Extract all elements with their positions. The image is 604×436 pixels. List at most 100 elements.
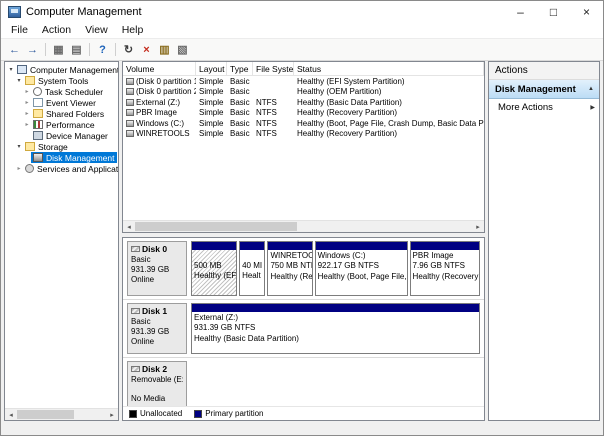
chevron-collapsed-icon[interactable]: ▸ <box>15 165 23 172</box>
maximize-button[interactable]: □ <box>537 1 570 22</box>
column-header-status[interactable]: Status <box>294 62 484 76</box>
cell-volume: External (Z:) <box>123 98 196 107</box>
partition-pbr-image[interactable]: PBR Image 7.96 GB NTFS Healthy (Recovery <box>409 241 480 296</box>
menu-help[interactable]: Help <box>115 23 151 37</box>
tree-item-shared-folders[interactable]: ▸ Shared Folders <box>5 108 118 119</box>
more-actions-item[interactable]: More Actions ▶ <box>489 99 599 116</box>
scroll-thumb[interactable] <box>135 222 298 231</box>
chevron-expanded-icon[interactable]: ▾ <box>7 66 15 73</box>
cell-layout: Simple <box>199 129 224 139</box>
legend-swatch <box>129 409 137 418</box>
chevron-collapsed-icon[interactable]: ▸ <box>23 99 31 106</box>
tree-item-performance[interactable]: ▸ Performance <box>5 119 118 130</box>
partition-external-z[interactable]: External (Z:) 931.39 GB NTFS Healthy (Basi… <box>191 303 480 354</box>
menu-action[interactable]: Action <box>35 23 78 37</box>
disk-header-disk-0[interactable]: Disk 0 Basic 931.39 GB Online <box>127 241 187 296</box>
tree-item-services-and-applications[interactable]: ▸ Services and Applications <box>5 163 118 174</box>
cell-file_system: NTFS <box>256 97 277 107</box>
forward-icon[interactable]: → <box>24 41 41 58</box>
tree-item-content: Event Viewer <box>31 97 98 108</box>
scroll-right-icon[interactable]: ▸ <box>106 409 118 420</box>
console-tree-icon[interactable]: ▦ <box>50 41 67 58</box>
partition-40-mi[interactable]: 40 MI Healt <box>239 241 266 296</box>
disk-graphical-pane: Disk 0 Basic 931.39 GB Online 500 MB Healthy … <box>122 237 485 421</box>
volume-row-winretools[interactable]: WINRETOOLS Simple Basic NTFS Healthy (Recove… <box>123 129 484 140</box>
volume-row-external-z[interactable]: External (Z:) Simple Basic NTFS Healthy (Bas… <box>123 97 484 108</box>
cell-status: Healthy (EFI System Partition) <box>297 76 405 86</box>
partition-label: External (Z:) 931.39 GB NTFS Healthy (Basi… <box>192 312 479 353</box>
volume-row-windows-c[interactable]: Windows (C:) Simple Basic NTFS Healthy (Boot… <box>123 118 484 129</box>
menu-view[interactable]: View <box>78 23 115 37</box>
legend-swatch <box>194 409 203 418</box>
partition-500-mb[interactable]: 500 MB Healthy (EF <box>191 241 238 296</box>
disk-header-disk-2[interactable]: Disk 2 Removable (E:) No Media <box>127 361 187 406</box>
volume-horizontal-scrollbar[interactable]: ◂ ▸ <box>123 220 484 232</box>
disk-header-disk-1[interactable]: Disk 1 Basic 931.39 GB Online <box>127 303 187 354</box>
toolbar: ← → ▦ ▤? ↻ × ▥ ▧ <box>1 39 603 61</box>
partition-label: WINRETOO 750 MB NTF Healthy (Re <box>268 250 312 295</box>
partition-windows-c[interactable]: Windows (C:) 922.17 GB NTFS Healthy (Boot,… <box>314 241 408 296</box>
help-icon[interactable]: ? <box>94 41 111 58</box>
cell-layout: Simple <box>199 76 224 86</box>
cell-status: Healthy (Recovery Partition) <box>297 108 398 118</box>
tree-item-label: Task Scheduler <box>45 86 104 97</box>
back-icon[interactable]: ← <box>6 41 23 58</box>
services-icon <box>25 164 34 173</box>
export-list-icon[interactable]: ▤ <box>68 41 85 58</box>
volume-row-disk-0-partition-2[interactable]: (Disk 0 partition 2) Simple Basic Healthy (… <box>123 87 484 98</box>
delete-volume-icon[interactable]: × <box>138 41 155 58</box>
tree-item-event-viewer[interactable]: ▸ Event Viewer <box>5 97 118 108</box>
tree-item-task-scheduler[interactable]: ▸ Task Scheduler <box>5 86 118 97</box>
disk-header-line: No Media <box>131 393 166 403</box>
tree-item-device-manager[interactable]: Device Manager <box>5 130 118 141</box>
disk-icon <box>131 308 140 315</box>
actions-group-disk-management[interactable]: Disk Management ▲ <box>489 80 599 99</box>
scroll-right-icon[interactable]: ▸ <box>472 221 484 232</box>
disk-header-line: 931.39 GB <box>131 264 170 274</box>
tree-item-storage[interactable]: ▾ Storage <box>5 141 118 152</box>
chevron-expanded-icon[interactable]: ▾ <box>15 77 23 84</box>
tree: ▾ Computer Management (Local ▾ System Tools… <box>5 62 118 408</box>
properties-icon[interactable]: ▧ <box>174 41 191 58</box>
tree-horizontal-scrollbar[interactable]: ◂ ▸ <box>5 408 118 420</box>
column-header-layout[interactable]: Layout <box>196 62 227 76</box>
close-button[interactable]: × <box>570 1 603 22</box>
disk-icon <box>131 366 140 373</box>
volume-row-pbr-image[interactable]: PBR Image Simple Basic NTFS Healthy (Recover… <box>123 108 484 119</box>
volume-icon <box>126 98 134 106</box>
window-controls: – □ × <box>504 1 603 22</box>
tree-item-content: Device Manager <box>31 130 110 141</box>
column-header-type[interactable]: Type <box>227 62 253 76</box>
tree-item-computer-management-local[interactable]: ▾ Computer Management (Local <box>5 64 118 75</box>
open-icon[interactable]: ▥ <box>156 41 173 58</box>
cell-layout: Simple <box>199 118 224 128</box>
tree-item-system-tools[interactable]: ▾ System Tools <box>5 75 118 86</box>
disk-header-line: Basic <box>131 254 151 264</box>
collapse-icon[interactable]: ▲ <box>588 86 594 92</box>
column-header-file-system[interactable]: File System <box>253 62 294 76</box>
scroll-thumb[interactable] <box>17 410 74 419</box>
column-header-volume[interactable]: Volume <box>123 62 196 76</box>
tree-item-disk-management[interactable]: Disk Management <box>5 152 118 163</box>
cell-file_system: NTFS <box>256 108 277 118</box>
clock-icon <box>33 87 42 96</box>
refresh-icon[interactable]: ↻ <box>120 41 137 58</box>
tree-item-label: Storage <box>38 141 68 152</box>
tree-item-content: Storage <box>23 141 70 152</box>
scroll-left-icon[interactable]: ◂ <box>123 221 135 232</box>
volume-icon <box>126 77 134 85</box>
chevron-expanded-icon[interactable]: ▾ <box>15 143 23 150</box>
cell-volume: (Disk 0 partition 2) <box>123 87 196 96</box>
partition-winretoo[interactable]: WINRETOO 750 MB NTF Healthy (Re <box>267 241 313 296</box>
scroll-left-icon[interactable]: ◂ <box>5 409 17 420</box>
partition-label: Windows (C:) 922.17 GB NTFS Healthy (Boot,… <box>315 250 407 295</box>
app-icon <box>8 5 21 18</box>
chevron-collapsed-icon[interactable]: ▸ <box>23 88 31 95</box>
volume-row-disk-0-partition-1[interactable]: (Disk 0 partition 1) Simple Basic Healthy (… <box>123 76 484 87</box>
minimize-button[interactable]: – <box>504 1 537 22</box>
chevron-collapsed-icon[interactable]: ▸ <box>23 110 31 117</box>
chevron-collapsed-icon[interactable]: ▸ <box>23 121 31 128</box>
menu-file[interactable]: File <box>4 23 35 37</box>
cell-layout: Simple <box>199 97 224 107</box>
disk-header-line <box>131 385 183 394</box>
